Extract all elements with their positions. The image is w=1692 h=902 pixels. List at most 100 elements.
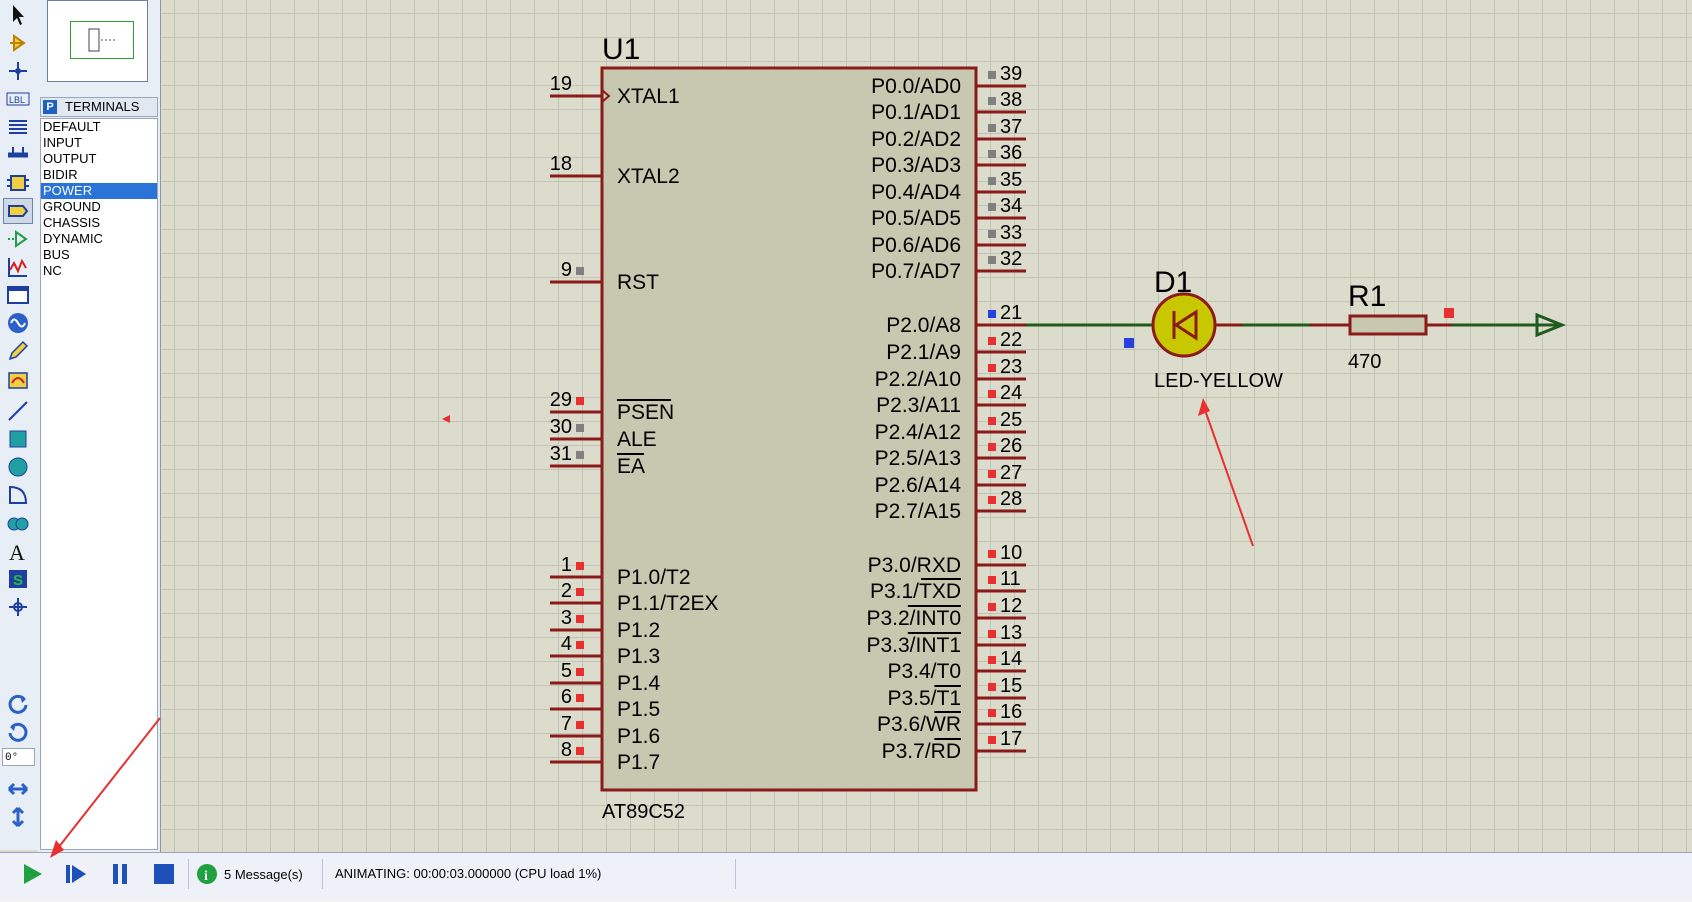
pin-state-marker [576, 641, 584, 649]
arc-tool[interactable] [3, 482, 33, 508]
circle-tool[interactable] [3, 454, 33, 480]
chip-pin-number: 11 [1000, 568, 1021, 590]
device-pins-tool[interactable] [3, 226, 33, 252]
junction-dot-icon [9, 62, 27, 80]
pin-state-marker [988, 709, 996, 717]
chip-pin-label: ALE [617, 428, 657, 451]
chip-pin-label: P3.4/T0 [887, 660, 961, 683]
generator-tool[interactable] [3, 310, 33, 336]
line-tool[interactable] [3, 398, 33, 424]
status-separator [322, 859, 323, 889]
box-icon [9, 430, 27, 448]
chip-pin-number: 32 [1000, 248, 1022, 270]
marker-cross-icon [9, 598, 27, 616]
terminal-item-ground[interactable]: GROUND [41, 199, 157, 215]
chip-pin-label: P3.1/TXD [870, 580, 961, 603]
step-button[interactable] [60, 858, 92, 890]
select-tool[interactable] [3, 2, 33, 28]
pin-state-marker [576, 668, 584, 676]
schematic-drawing: U1AT89C5219XTAL118XTAL29RST29PSEN30ALE31… [442, 33, 1567, 823]
mirror-vertical-button[interactable] [3, 804, 33, 830]
chip-pin-number: 16 [1000, 701, 1022, 723]
symbol-tool[interactable]: S [3, 566, 33, 592]
chip-pin-number: 36 [1000, 142, 1022, 164]
text-script-tool[interactable] [3, 114, 33, 140]
terminal-item-nc[interactable]: NC [41, 263, 157, 279]
sine-generator-icon [8, 313, 28, 333]
rotation-angle-field[interactable]: 0° [2, 748, 35, 766]
terminal-item-default[interactable]: DEFAULT [41, 119, 157, 135]
terminal-item-bus[interactable]: BUS [41, 247, 157, 263]
box-tool[interactable] [3, 426, 33, 452]
tape-recorder-tool[interactable] [3, 282, 33, 308]
pin-state-marker [988, 576, 996, 584]
path-tool[interactable] [3, 510, 33, 536]
junction-tool[interactable] [3, 58, 33, 84]
pin-state-marker [988, 417, 996, 425]
mirror-horizontal-button[interactable] [3, 776, 33, 802]
terminal-item-bidir[interactable]: BIDIR [41, 167, 157, 183]
chip-pin-number: 39 [1000, 63, 1022, 85]
chip-pin-label: P2.0/A8 [886, 314, 961, 337]
pin-state-marker [576, 397, 584, 405]
play-button[interactable] [16, 858, 48, 890]
chip-pin-label: EA [617, 455, 645, 478]
chip-pin-label: P1.2 [617, 619, 660, 642]
chip-pin-number: 30 [550, 416, 572, 438]
chip-pin-label: P1.5 [617, 698, 660, 721]
schematic-canvas[interactable]: U1 AT89C52 19 XTAL1 18 XTAL2 9 RST 29 PSEN 30 ALE 31… [162, 0, 1692, 852]
bus-tool[interactable] [3, 142, 33, 168]
chip-reference: U1 [602, 33, 640, 66]
script-lines-icon [9, 120, 27, 134]
chip-pin-number: 26 [1000, 435, 1022, 457]
graph-tool[interactable] [3, 254, 33, 280]
chip-pin-label: P0.1/AD1 [871, 101, 961, 124]
chip-pin-number: 35 [1000, 169, 1022, 191]
pin-state-marker [988, 97, 996, 105]
line-icon [8, 401, 28, 421]
annotation-arrow-line [1204, 409, 1254, 547]
led-value: LED-YELLOW [1154, 370, 1283, 392]
rotate-clockwise-button[interactable] [3, 690, 33, 716]
terminals-list[interactable]: DEFAULT INPUT OUTPUT BIDIR POWER GROUND … [40, 118, 158, 850]
pick-devices-button[interactable]: P [43, 100, 57, 114]
pause-button[interactable] [104, 858, 136, 890]
pause-icon [113, 864, 127, 884]
terminal-item-output[interactable]: OUTPUT [41, 151, 157, 167]
overview-preview[interactable] [47, 0, 148, 82]
chip-pin-label: P3.0/RXD [868, 554, 961, 577]
messages-count: 5 Message(s) [224, 866, 303, 882]
stop-button[interactable] [148, 858, 180, 890]
terminal-item-dynamic[interactable]: DYNAMIC [41, 231, 157, 247]
resistor-state-marker [1444, 308, 1454, 318]
play-icon [24, 864, 42, 884]
pin-state-marker [988, 337, 996, 345]
led-body [1151, 292, 1217, 358]
component-tool[interactable] [3, 30, 33, 56]
terminal-item-input[interactable]: INPUT [41, 135, 157, 151]
subcircuit-tool[interactable] [3, 170, 33, 196]
terminal-item-power[interactable]: POWER [41, 183, 157, 199]
chip-part-name: AT89C52 [602, 801, 685, 823]
voltage-probe-tool[interactable] [3, 338, 33, 364]
status-separator [735, 859, 736, 889]
virtual-instruments-tool[interactable] [3, 366, 33, 392]
terminal-icon [8, 205, 29, 217]
rotate-anticlockwise-button[interactable] [3, 718, 33, 744]
pin-state-marker [988, 364, 996, 372]
chip-pin-number: 15 [1000, 675, 1022, 697]
wire-label-tool[interactable]: LBL [3, 86, 33, 112]
marker-tool[interactable] [3, 594, 33, 620]
terminals-tool[interactable] [3, 198, 33, 224]
chip-pin-label: P1.4 [617, 672, 661, 695]
messages-indicator[interactable]: i 5 Message(s) [196, 858, 303, 890]
pin-state-marker [988, 470, 996, 478]
wire-state-marker [1124, 338, 1134, 348]
chip-pin-label: XTAL2 [617, 165, 680, 188]
taskbar-strip [0, 898, 1692, 902]
terminal-item-chassis[interactable]: CHASSIS [41, 215, 157, 231]
chip-pin-label: P0.5/AD5 [871, 207, 961, 230]
text-tool[interactable]: A [3, 538, 33, 564]
terminals-title: TERMINALS [65, 99, 140, 114]
pin-state-marker [576, 267, 584, 275]
